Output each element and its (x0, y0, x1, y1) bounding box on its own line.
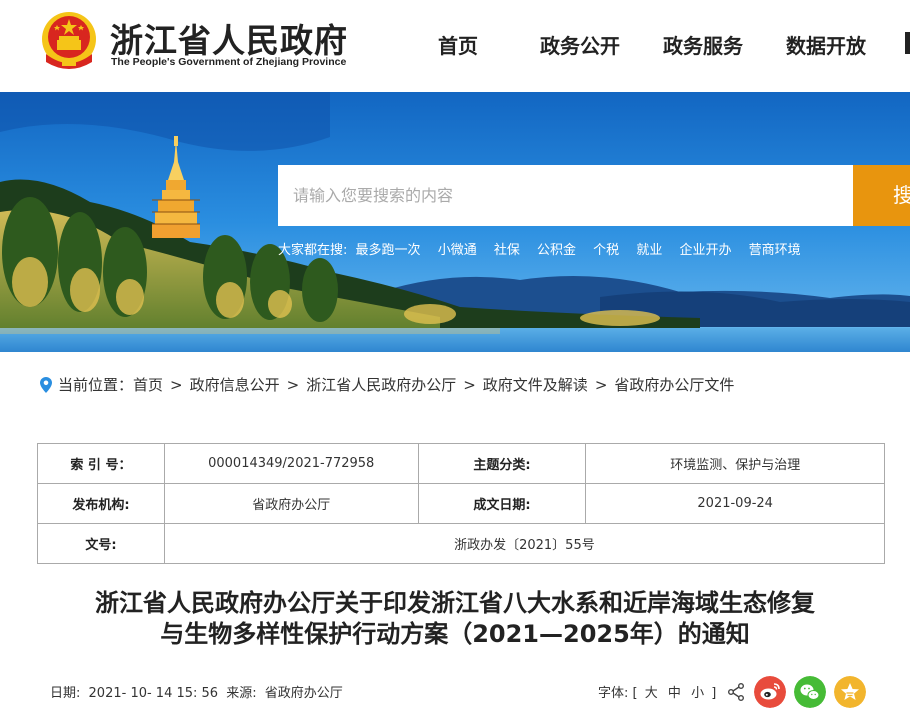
document-meta: 日期: 2021- 10- 14 15: 56 来源: 省政府办公厅 (50, 682, 347, 701)
hot-search-link[interactable]: 企业开办 (679, 243, 731, 258)
breadcrumb-info-disclosure[interactable]: 政府信息公开 (190, 374, 280, 395)
nav-item-government-affairs[interactable]: 政务公开 (540, 30, 620, 59)
font-size-bracket: ] (711, 686, 717, 701)
hot-search-link[interactable]: 就业 (636, 243, 662, 258)
breadcrumb: 当前位置： 首页 > 政府信息公开 > 浙江省人民政府办公厅 > 政府文件及解读… (40, 374, 734, 395)
weibo-icon[interactable] (754, 676, 786, 708)
table-row: 文号: 浙政办发〔2021〕55号 (37, 523, 886, 564)
site-title[interactable]: 浙江省人民政府 (110, 14, 348, 62)
hot-search-link[interactable]: 个税 (593, 243, 619, 258)
written-date-value: 2021-09-24 (585, 483, 885, 524)
issuer-label: 发布机构: (37, 483, 165, 524)
document-title-line: 与生物多样性保护行动方案（2021—2025年）的通知 (160, 620, 750, 648)
nav-item-government-services[interactable]: 政务服务 (663, 30, 743, 59)
national-emblem-icon[interactable] (40, 10, 98, 72)
breadcrumb-office-documents[interactable]: 省政府办公厅文件 (614, 374, 734, 395)
breadcrumb-general-office[interactable]: 浙江省人民政府办公厅 (306, 374, 456, 395)
breadcrumb-home[interactable]: 首页 (133, 374, 163, 395)
document-number-value: 浙政办发〔2021〕55号 (163, 523, 886, 564)
table-row: 发布机构: 省政府办公厅 成文日期: 2021-09-24 (37, 483, 885, 524)
source-label: 来源: (226, 686, 257, 701)
hot-searches-label: 大家都在搜: (278, 243, 348, 258)
nav-item-open-data[interactable]: 数据开放 (786, 30, 866, 59)
table-row: 索 引 号： 000014349/2021-772958 主题分类: 环境监测、… (37, 443, 885, 484)
document-title-line: 浙江省人民政府办公厅关于印发浙江省八大水系和近岸海域生态修复 (95, 589, 815, 617)
topic-value: 环境监测、保护与治理 (585, 443, 885, 484)
font-size-small-button[interactable]: 小 (691, 686, 704, 701)
favorite-icon[interactable] (834, 676, 866, 708)
search-button[interactable]: 搜索 (853, 165, 910, 226)
publish-date-label: 日期: (50, 686, 81, 701)
wechat-icon[interactable] (794, 676, 826, 708)
issuer-value: 省政府办公厅 (163, 483, 419, 524)
nav-item-home[interactable]: 首页 (438, 30, 478, 59)
share-icon[interactable] (728, 683, 744, 701)
breadcrumb-separator: > (594, 375, 608, 394)
hot-searches: 大家都在搜: 最多跑一次 小微通 社保 公积金 个税 就业 企业开办 营商环境 (278, 239, 814, 258)
hot-search-link[interactable]: 营商环境 (749, 243, 801, 258)
font-size-bracket: [ (632, 686, 638, 701)
hot-search-link[interactable]: 公积金 (537, 243, 576, 258)
hero-banner: 搜索 大家都在搜: 最多跑一次 小微通 社保 公积金 个税 就业 企业开办 营商… (0, 92, 910, 352)
index-number-label: 索 引 号： (37, 443, 165, 484)
source-value: 省政府办公厅 (264, 686, 343, 701)
document-title: 浙江省人民政府办公厅关于印发浙江省八大水系和近岸海域生态修复 与生物多样性保护行… (0, 588, 910, 650)
location-pin-icon (40, 376, 52, 393)
hot-search-link[interactable]: 小微通 (438, 243, 477, 258)
index-number-value: 000014349/2021-772958 (163, 443, 419, 484)
breadcrumb-label: 当前位置： (58, 376, 134, 394)
publish-date-value: 2021- 10- 14 15: 56 (88, 686, 219, 701)
breadcrumb-separator: > (463, 375, 476, 394)
topic-label: 主题分类: (417, 443, 587, 484)
hot-search-link[interactable]: 最多跑一次 (356, 243, 421, 258)
breadcrumb-separator: > (170, 375, 183, 394)
breadcrumb-documents[interactable]: 政府文件及解读 (483, 374, 588, 395)
search-input[interactable] (278, 165, 854, 226)
font-size-switcher: 字体: [ 大 中 小 ] (598, 682, 716, 701)
site-subtitle: The People's Government of Zhejiang Prov… (111, 56, 347, 68)
font-size-medium-button[interactable]: 中 (668, 686, 681, 701)
breadcrumb-separator: > (286, 375, 300, 394)
document-number-label: 文号: (37, 523, 165, 564)
hot-search-link[interactable]: 社保 (494, 243, 520, 258)
written-date-label: 成文日期: (417, 483, 587, 524)
nav-overflow-indicator (905, 32, 910, 54)
font-size-large-button[interactable]: 大 (645, 686, 658, 701)
site-header: 浙江省人民政府 The People's Government of Zheji… (0, 0, 910, 92)
font-size-label: 字体: (598, 686, 629, 701)
document-info-table: 索 引 号： 000014349/2021-772958 主题分类: 环境监测、… (37, 443, 886, 564)
